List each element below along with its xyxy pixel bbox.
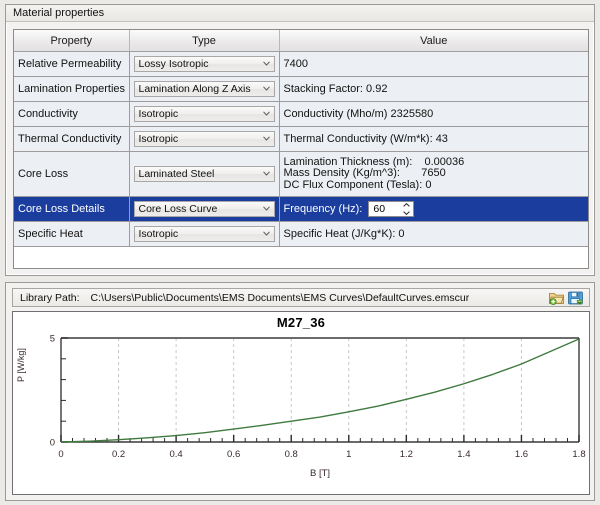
value-specific-heat: Specific Heat (J/Kg*K): 0 bbox=[279, 221, 588, 247]
chart-x-tick-label: 1 bbox=[346, 449, 351, 460]
grid-header-row: Property Type Value bbox=[14, 30, 588, 52]
row-label-core-loss: Core Loss bbox=[14, 151, 130, 197]
frequency-value: 60 bbox=[373, 203, 386, 215]
chart-x-tick-label: 1.8 bbox=[572, 449, 585, 460]
chart-title: M27_36 bbox=[276, 315, 326, 330]
column-header-value[interactable]: Value bbox=[279, 30, 588, 52]
material-properties-dialog: Material properties Property Type Value bbox=[0, 0, 600, 505]
curve-panel: Library Path: C:\Users\Public\Documents\… bbox=[5, 282, 595, 501]
chevron-up-icon bbox=[403, 203, 410, 207]
value-relative-permeability: 7400 bbox=[279, 51, 588, 77]
chart-x-tick-label: 0.4 bbox=[170, 449, 183, 460]
type-dropdown-value: Isotropic bbox=[138, 133, 179, 145]
value-core-loss: Lamination Thickness (m): 0.00036 Mass D… bbox=[279, 151, 588, 197]
row-label-specific-heat: Specific Heat bbox=[14, 221, 130, 247]
chart-x-tick-label: 0.8 bbox=[285, 449, 298, 460]
type-dropdown-value: Laminated Steel bbox=[138, 168, 215, 180]
value-thermal-conductivity: Thermal Conductivity (W/m*k): 43 bbox=[279, 126, 588, 152]
save-disk-icon[interactable] bbox=[568, 291, 583, 305]
chart-svg: 0 5 0 0.2 0.4 0.6 0.8 1 1.2 1.4 1.6 1.8 B [T] bbox=[50, 334, 586, 480]
table-row-selected[interactable]: Core Loss Details Core Loss Curve Freque… bbox=[14, 196, 588, 222]
table-row[interactable]: Conductivity Isotropic Conductivity (Mho… bbox=[14, 101, 588, 127]
column-header-type[interactable]: Type bbox=[129, 30, 280, 52]
open-folder-icon[interactable] bbox=[548, 291, 564, 305]
library-path-value: C:\Users\Public\Documents\EMS Documents\… bbox=[90, 291, 470, 304]
type-dropdown-thermal-conductivity[interactable]: Isotropic bbox=[133, 131, 275, 147]
chart-series-line bbox=[60, 338, 580, 443]
chart-x-tick-label: 0 bbox=[58, 449, 63, 460]
chart-x-tick-label: 1.4 bbox=[457, 449, 470, 460]
row-label-core-loss-details: Core Loss Details bbox=[14, 196, 130, 222]
row-label-conductivity: Conductivity bbox=[14, 101, 130, 127]
type-dropdown-value: Isotropic bbox=[138, 228, 179, 240]
chart-x-tick-label: 1.2 bbox=[400, 449, 413, 460]
chevron-down-icon bbox=[262, 61, 270, 66]
type-dropdown-relative-permeability[interactable]: Lossy Isotropic bbox=[133, 56, 275, 72]
chart-y-axis-label: P [W/kg] bbox=[16, 348, 26, 382]
type-dropdown-lamination-properties[interactable]: Lamination Along Z Axis bbox=[133, 81, 275, 97]
frequency-stepper[interactable]: 60 bbox=[368, 201, 415, 217]
chart-plot-area: P [W/kg] 0 5 0 0.2 0.4 0.6 0.8 1 1.2 1.4 1.6 1.8 B [… bbox=[13, 330, 589, 490]
core-loss-dc-flux-component: DC Flux Component (Tesla): 0 bbox=[283, 178, 432, 191]
type-dropdown-value: Lamination Along Z Axis bbox=[138, 83, 251, 95]
panel-title: Material properties bbox=[6, 5, 594, 22]
chevron-down-icon bbox=[262, 86, 270, 91]
type-dropdown-value: Lossy Isotropic bbox=[138, 58, 209, 70]
type-dropdown-conductivity[interactable]: Isotropic bbox=[133, 106, 275, 122]
properties-grid: Property Type Value Relative Permeabilit… bbox=[13, 29, 589, 269]
stepper-arrows[interactable] bbox=[401, 203, 411, 215]
chevron-down-icon bbox=[262, 111, 270, 116]
chart-x-tick-label: 0.6 bbox=[227, 449, 240, 460]
chevron-down-icon bbox=[262, 171, 270, 176]
chart-y-tick-label: 5 bbox=[50, 334, 55, 345]
library-toolbar bbox=[548, 291, 589, 305]
library-path-label: Library Path: bbox=[20, 291, 80, 304]
material-properties-panel: Material properties Property Type Value bbox=[5, 4, 595, 276]
frequency-label: Frequency (Hz): bbox=[283, 203, 363, 215]
row-label-lamination-properties: Lamination Properties bbox=[14, 76, 130, 102]
core-loss-curve-chart: M27_36 P [W/kg] 0 5 0 0.2 0.4 0.6 0.8 1 1.2 1.4 1.… bbox=[12, 311, 590, 495]
type-dropdown-core-loss-details[interactable]: Core Loss Curve bbox=[133, 201, 275, 217]
chevron-down-icon bbox=[262, 231, 270, 236]
library-path-bar: Library Path: C:\Users\Public\Documents\… bbox=[12, 288, 590, 307]
row-label-thermal-conductivity: Thermal Conductivity bbox=[14, 126, 130, 152]
chart-y-tick-label: 0 bbox=[50, 438, 55, 449]
type-dropdown-specific-heat[interactable]: Isotropic bbox=[133, 226, 275, 242]
column-header-property[interactable]: Property bbox=[14, 30, 130, 52]
chevron-down-icon bbox=[262, 136, 270, 141]
type-dropdown-value: Isotropic bbox=[138, 108, 179, 120]
chevron-down-icon bbox=[403, 211, 410, 215]
chart-x-tick-label: 1.6 bbox=[515, 449, 528, 460]
table-row[interactable]: Specific Heat Isotropic Specific Heat (J… bbox=[14, 221, 588, 247]
chevron-down-icon bbox=[262, 206, 270, 211]
table-row[interactable]: Relative Permeability Lossy Isotropic 74… bbox=[14, 51, 588, 77]
table-row[interactable]: Core Loss Laminated Steel Lamination Thi… bbox=[14, 151, 588, 197]
table-row[interactable]: Lamination Properties Lamination Along Z… bbox=[14, 76, 588, 102]
chart-x-tick-label: 0.2 bbox=[112, 449, 125, 460]
type-dropdown-core-loss[interactable]: Laminated Steel bbox=[133, 166, 275, 182]
chart-x-axis-label: B [T] bbox=[310, 468, 330, 479]
value-conductivity: Conductivity (Mho/m) 2325580 bbox=[279, 101, 588, 127]
value-core-loss-details: Frequency (Hz): 60 bbox=[279, 196, 588, 222]
row-label-relative-permeability: Relative Permeability bbox=[14, 51, 130, 77]
table-row[interactable]: Thermal Conductivity Isotropic Thermal C… bbox=[14, 126, 588, 152]
type-dropdown-value: Core Loss Curve bbox=[138, 203, 218, 215]
value-lamination-properties: Stacking Factor: 0.92 bbox=[279, 76, 588, 102]
